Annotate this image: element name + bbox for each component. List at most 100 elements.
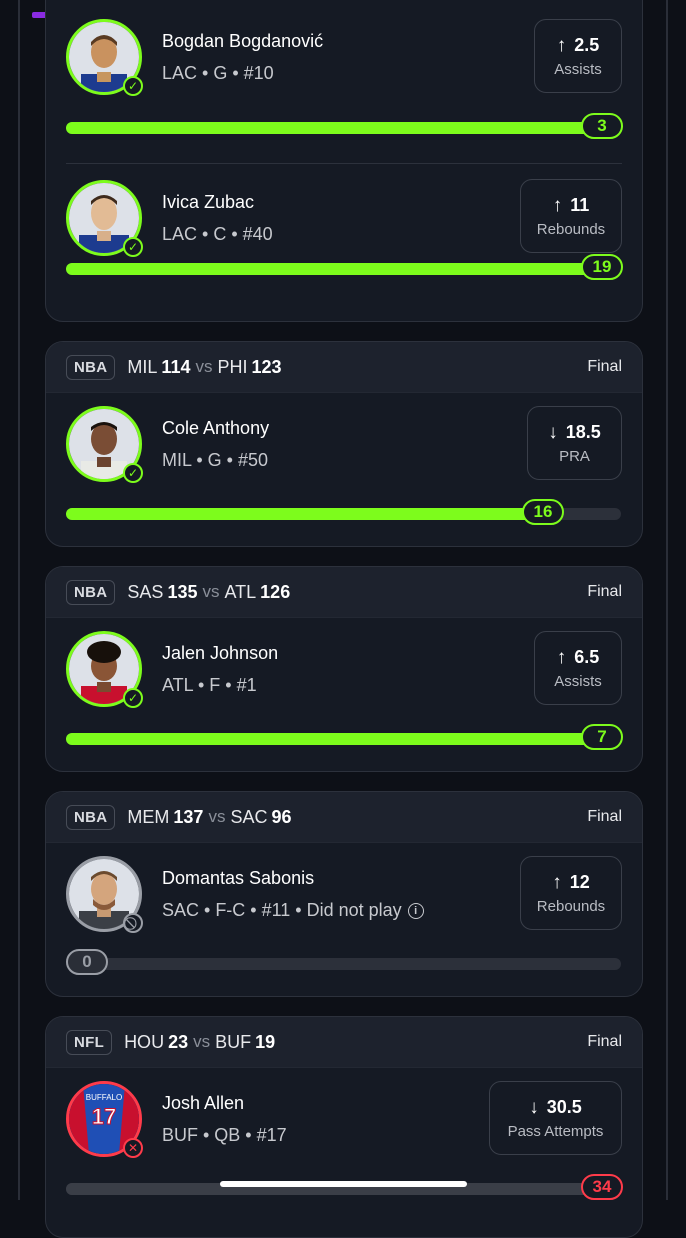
vs-label: vs (195, 357, 213, 376)
player-meta-row: SAC • F-C • #11 • Did not play i (162, 900, 424, 921)
prop-line-box[interactable]: ↓ 30.5 Pass Attempts (489, 1081, 622, 1155)
team-home: SAC (230, 806, 268, 827)
prop-line-number: 6.5 (574, 646, 600, 667)
prop-line-value: ↑ 6.5 (557, 647, 600, 669)
game-status: Final (587, 583, 622, 600)
league-badge: NFL (66, 1029, 113, 1055)
prop-line-number: 18.5 (565, 421, 601, 442)
x-icon: ✕ (123, 1138, 143, 1158)
player-row-zubac[interactable]: ✓ Ivica Zubac LAC • C • #40 ↑ 11 Rebounds… (46, 163, 642, 321)
prop-line-value: ↓ 18.5 (548, 422, 601, 444)
game-status: Final (587, 1033, 622, 1050)
arrow-down-icon: ↓ (548, 421, 558, 443)
vs-label: vs (208, 807, 226, 826)
player-meta: MIL • G • #50 (162, 450, 268, 470)
progress-fill (66, 122, 621, 134)
right-frame-line (666, 0, 668, 1200)
team-away: SAS (127, 581, 164, 602)
player-name: Domantas Sabonis (162, 868, 315, 888)
team-home: PHI (217, 356, 248, 377)
arrow-up-icon: ↑ (556, 34, 567, 56)
prop-line-number: 30.5 (546, 1096, 582, 1117)
prop-stat-label: Rebounds (536, 897, 606, 915)
player-avatar: ✓ (66, 406, 143, 483)
prop-stat-label: Assists (554, 60, 602, 78)
score-home: 96 (271, 806, 292, 827)
player-avatar: BUFFALO 17 ✕ (66, 1081, 143, 1158)
prop-line-number: 12 (569, 871, 590, 892)
prop-line-box[interactable]: ↑ 12 Rebounds (520, 856, 622, 930)
prop-line-value: ↑ 11 (553, 195, 590, 217)
info-icon[interactable]: i (407, 903, 424, 920)
prop-stat-label: Assists (554, 672, 602, 690)
player-meta: LAC • C • #40 (162, 224, 273, 244)
prop-stat-label: Pass Attempts (507, 1122, 604, 1140)
team-away: HOU (124, 1031, 165, 1052)
prop-stat-label: Rebounds (536, 220, 606, 238)
check-icon: ✓ (123, 76, 143, 96)
player-name: Cole Anthony (162, 418, 270, 438)
check-icon: ✓ (123, 237, 143, 257)
game-status: Final (587, 808, 622, 825)
player-meta: ATL • F • #1 (162, 675, 257, 695)
game-header[interactable]: NBA MEM 137 vs SAC 96 Final (46, 792, 642, 843)
game-card-mil-phi: NBA MIL 114 vs PHI 123 Final ✓ Cole Anthon… (45, 341, 643, 547)
game-header[interactable]: NFL HOU 23 vs BUF 19 Final (46, 1017, 642, 1068)
game-header[interactable]: NBA MIL 114 vs PHI 123 Final (46, 342, 642, 393)
progress-track: 16 (66, 499, 621, 525)
score-away: 23 (168, 1031, 189, 1052)
arrow-up-icon: ↑ (552, 194, 563, 216)
progress-track: 0 (66, 949, 621, 975)
arrow-up-icon: ↑ (556, 646, 567, 668)
player-name: Bogdan Bogdanović (162, 31, 324, 51)
arrow-up-icon: ↑ (552, 871, 562, 893)
player-row-bogdanovic[interactable]: ✓ Bogdan Bogdanović LAC • G • #10 ↑ 2.5 A… (46, 0, 642, 163)
league-badge: NBA (66, 804, 116, 830)
prop-line-box[interactable]: ↑ 11 Rebounds (520, 179, 622, 253)
player-row-johnson[interactable]: ✓ Jalen Johnson ATL • F • #1 ↑ 6.5 Assist… (46, 618, 642, 771)
prop-line-box[interactable]: ↓ 18.5 PRA (527, 406, 622, 480)
prop-line-value: ↓ 30.5 (529, 1097, 582, 1119)
progress-track: 3 (66, 113, 623, 139)
player-row-sabonis[interactable]: ⃠ Domantas Sabonis SAC • F-C • #11 • Did… (46, 843, 642, 996)
team-away: MEM (127, 806, 170, 827)
score-home: 126 (260, 581, 291, 602)
game-header[interactable]: NBA SAS 135 vs ATL 126 Final (46, 567, 642, 618)
prop-line-box[interactable]: ↑ 6.5 Assists (534, 631, 622, 705)
progress-track: 7 (66, 724, 623, 750)
actual-value-pill: 7 (581, 724, 623, 750)
jersey-number: 17 (92, 1104, 116, 1129)
arrow-down-icon: ↓ (529, 1096, 539, 1118)
player-avatar: ✓ (66, 180, 143, 257)
league-badge: NBA (66, 579, 116, 605)
game-card-mem-sac: NBA MEM137 vs SAC96 Final ⃠ Domantas Sab… (45, 791, 643, 997)
player-name: Ivica Zubac (162, 192, 255, 212)
game-card-hou-buf: NFL HOU 23 vs BUF 19 Final BUFFALO 17 ✕ Jo… (45, 1016, 643, 1238)
vs-label: vs (202, 582, 220, 601)
player-row-anthony[interactable]: ✓ Cole Anthony MIL • G • #50 ↓ 18.5 PRA 1… (46, 393, 642, 546)
progress-track: 19 (66, 254, 623, 280)
player-meta: LAC • G • #10 (162, 63, 274, 83)
game-status: Final (587, 358, 622, 375)
progress-fill (66, 508, 544, 520)
player-meta: SAC • F-C • #11 • Did not play (162, 900, 402, 920)
progress-fill (66, 733, 621, 745)
score-home: 123 (251, 356, 282, 377)
league-badge: NBA (66, 354, 116, 380)
prop-line-value: ↑ 2.5 (557, 35, 600, 57)
actual-value-pill: 19 (581, 254, 623, 280)
score-away: 135 (167, 581, 198, 602)
check-icon: ✓ (123, 688, 143, 708)
team-home: BUF (215, 1031, 252, 1052)
progress-fill (66, 263, 621, 275)
jersey-text: BUFFALO (86, 1093, 122, 1102)
player-row-allen[interactable]: BUFFALO 17 ✕ Josh Allen BUF • QB • #17 ↓… (46, 1068, 642, 1237)
prop-line-box[interactable]: ↑ 2.5 Assists (534, 19, 622, 93)
team-away: MIL (127, 356, 158, 377)
score-home: 19 (255, 1031, 276, 1052)
vs-label: vs (193, 1032, 211, 1051)
prop-line-number: 2.5 (574, 34, 600, 55)
slash-icon: ⃠ (123, 913, 143, 933)
team-home: ATL (224, 581, 257, 602)
home-indicator[interactable] (220, 1181, 467, 1187)
